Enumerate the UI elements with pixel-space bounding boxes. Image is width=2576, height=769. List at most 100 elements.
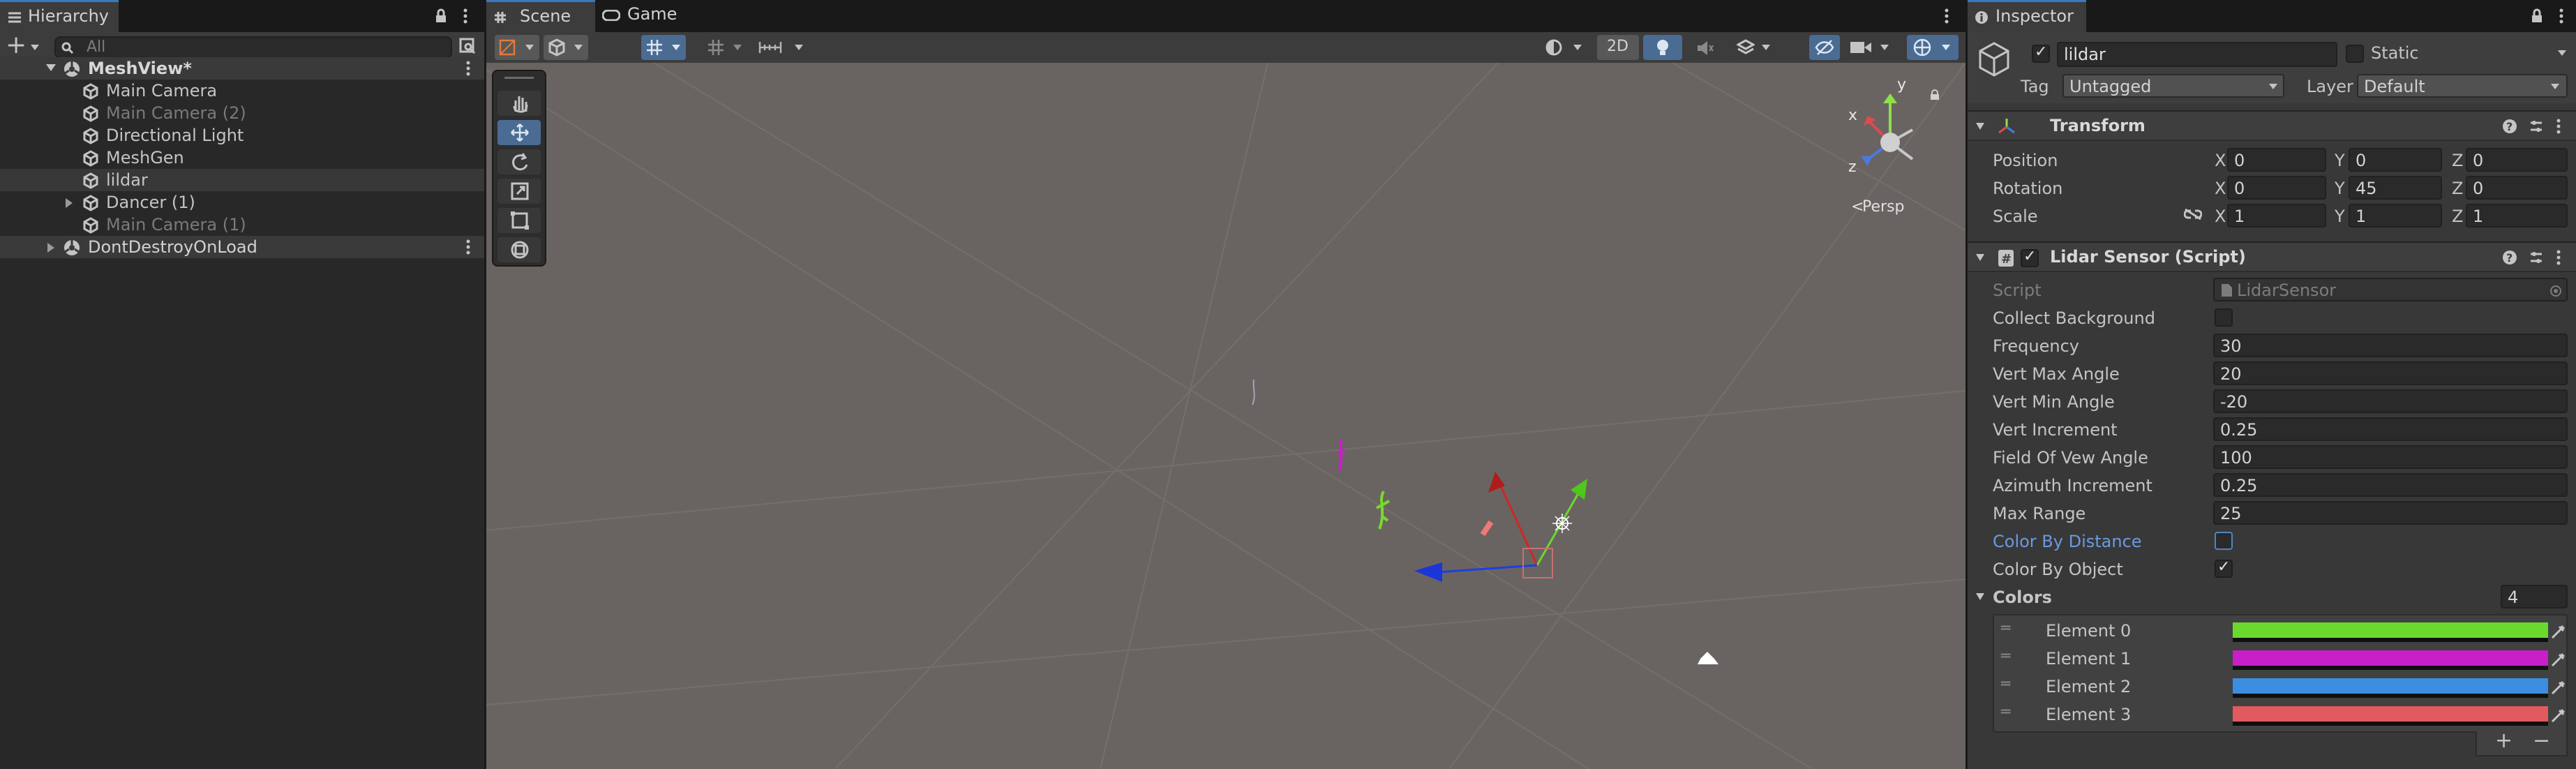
script-file-icon [2222, 284, 2232, 297]
hierarchy-item-dancer-1[interactable]: Dancer (1) [0, 191, 484, 214]
colors-size-field[interactable]: 4 [2501, 585, 2568, 609]
active-checkbox[interactable]: ✓ [2032, 43, 2050, 63]
tag-dropdown[interactable]: Untagged [2062, 74, 2284, 98]
scene-row-dontdestroyonload[interactable]: DontDestroyOnLoad [0, 236, 484, 258]
hierarchy-item-main-camera[interactable]: Main Camera [0, 80, 484, 102]
element-label: Element 0 [2046, 621, 2132, 641]
object-name-field[interactable]: lildar [2057, 42, 2337, 67]
add-element-button[interactable]: + [2495, 729, 2513, 753]
svg-text:#: # [2001, 252, 2012, 267]
eyedropper-icon[interactable] [2549, 624, 2566, 641]
hierarchy-item-label: Main Camera (1) [106, 215, 246, 234]
scene-more-icon[interactable] [465, 60, 472, 77]
drag-handle-icon[interactable]: ═ [2001, 648, 2010, 665]
point-cloud-object [1336, 439, 1346, 471]
scene-row-meshview[interactable]: MeshView* [0, 57, 484, 80]
expand-arrow-icon[interactable] [46, 64, 56, 73]
hierarchy-item-main-camera-2[interactable]: Main Camera (2) [0, 102, 484, 124]
lock-icon[interactable] [434, 8, 448, 24]
element-0-color-swatch[interactable] [2233, 622, 2548, 642]
expand-arrow-icon[interactable] [47, 243, 56, 253]
element-3-color-swatch[interactable] [2233, 706, 2548, 726]
color-by-object-checkbox[interactable]: ✓ [2215, 558, 2233, 578]
script-value: LidarSensor [2237, 281, 2337, 300]
drag-handle-icon[interactable]: ═ [2001, 703, 2010, 721]
tab-inspector[interactable]: Inspector [1968, 0, 2086, 32]
tab-hierarchy[interactable]: Hierarchy [0, 0, 119, 32]
static-checkbox[interactable] [2346, 45, 2364, 63]
expand-arrow-icon[interactable] [66, 198, 74, 208]
drag-handle-icon[interactable]: ═ [2001, 620, 2010, 637]
component-menu-icon[interactable] [2555, 117, 2562, 135]
presets-icon[interactable] [2529, 250, 2544, 265]
lock-icon[interactable] [2530, 8, 2544, 24]
static-dropdown-chevron-icon[interactable] [2558, 50, 2566, 56]
hierarchy-item-directional-light[interactable]: Directional Light [0, 124, 484, 147]
position-z-field[interactable]: 0 [2466, 148, 2568, 172]
color-by-distance-checkbox[interactable] [2215, 532, 2233, 550]
foldout-arrow-icon[interactable] [1976, 254, 1984, 261]
scene-view[interactable]: Scene Game 2D y x z < Persp [486, 0, 1965, 769]
layer-dropdown[interactable]: Default [2357, 74, 2568, 98]
vert-max-angle-field[interactable]: 20 [2213, 361, 2568, 385]
hierarchy-item-meshgen[interactable]: MeshGen [0, 147, 484, 169]
hierarchy-item-label: Dancer (1) [106, 193, 195, 212]
element-2-color-swatch[interactable] [2233, 678, 2548, 698]
eyedropper-icon[interactable] [2549, 652, 2566, 669]
foldout-arrow-icon[interactable] [1976, 123, 1984, 130]
search-by-type-icon[interactable] [459, 38, 477, 56]
lidar-sensor-component-header[interactable]: # ✓ Lidar Sensor (Script) ? [1968, 241, 2576, 272]
position-y-field[interactable]: 0 [2349, 148, 2442, 172]
scale-x-field[interactable]: 1 [2227, 204, 2326, 227]
rotation-y-field[interactable]: 45 [2349, 176, 2442, 200]
drag-handle-icon[interactable]: ═ [2001, 675, 2010, 693]
transform-component-header[interactable]: Transform ? [1968, 110, 2576, 141]
collect-background-checkbox[interactable] [2215, 308, 2233, 327]
hierarchy-item-label: Main Camera [106, 81, 218, 100]
static-label: Static [2371, 43, 2419, 63]
constrain-proportions-icon[interactable] [2184, 208, 2202, 222]
max-range-field[interactable]: 25 [2213, 501, 2568, 525]
colors-foldout-arrow-icon[interactable] [1976, 593, 1984, 600]
help-icon[interactable]: ? [2502, 250, 2517, 265]
tag-label: Tag [2021, 77, 2049, 96]
frequency-field[interactable]: 30 [2213, 334, 2568, 357]
object-picker-icon[interactable] [2549, 285, 2562, 297]
lidar-enabled-checkbox[interactable]: ✓ [2021, 248, 2039, 267]
move-handle-z-arrow[interactable] [1414, 562, 1442, 582]
scale-z-field[interactable]: 1 [2466, 204, 2568, 227]
more-options-icon[interactable] [462, 7, 469, 25]
position-x-field[interactable]: 0 [2227, 148, 2326, 172]
help-icon[interactable]: ? [2502, 119, 2517, 134]
presets-icon[interactable] [2529, 119, 2544, 134]
script-field: LidarSensor [2213, 278, 2568, 301]
eyedropper-icon[interactable] [2549, 708, 2566, 724]
more-options-icon[interactable] [2558, 7, 2565, 25]
eyedropper-icon[interactable] [2549, 680, 2566, 696]
move-handle-z-axis[interactable] [1436, 564, 1538, 574]
component-menu-icon[interactable] [2555, 248, 2562, 267]
scene-more-icon[interactable] [465, 239, 472, 255]
vert-increment-field[interactable]: 0.25 [2213, 417, 2568, 441]
search-placeholder: All [87, 38, 106, 56]
scale-label: Scale [1993, 207, 2038, 226]
move-handle-y-arrow[interactable] [1571, 479, 1587, 500]
add-object-button[interactable]: + [6, 31, 27, 59]
hierarchy-item-lildar[interactable]: lildar [0, 169, 484, 191]
scale-y-field[interactable]: 1 [2349, 204, 2442, 227]
element-1-color-swatch[interactable] [2233, 650, 2548, 670]
move-handle-x-axis[interactable] [1497, 479, 1538, 566]
frequency-label: Frequency [1993, 336, 2079, 356]
hierarchy-search-input[interactable]: All [54, 36, 452, 59]
rotation-z-field[interactable]: 0 [2466, 176, 2568, 200]
gameobject-cube-icon [83, 83, 98, 100]
field-of-view-angle-field[interactable]: 100 [2213, 445, 2568, 469]
remove-element-button[interactable]: − [2533, 729, 2550, 753]
hierarchy-item-main-camera-1[interactable]: Main Camera (1) [0, 214, 484, 236]
azimuth-increment-field[interactable]: 0.25 [2213, 473, 2568, 497]
chevron-down-icon[interactable] [31, 45, 39, 50]
rotation-x-field[interactable]: 0 [2227, 176, 2326, 200]
hierarchy-tab-label: Hierarchy [28, 6, 110, 26]
azimuth-increment-label: Azimuth Increment [1993, 476, 2152, 495]
vert-min-angle-field[interactable]: -20 [2213, 389, 2568, 413]
